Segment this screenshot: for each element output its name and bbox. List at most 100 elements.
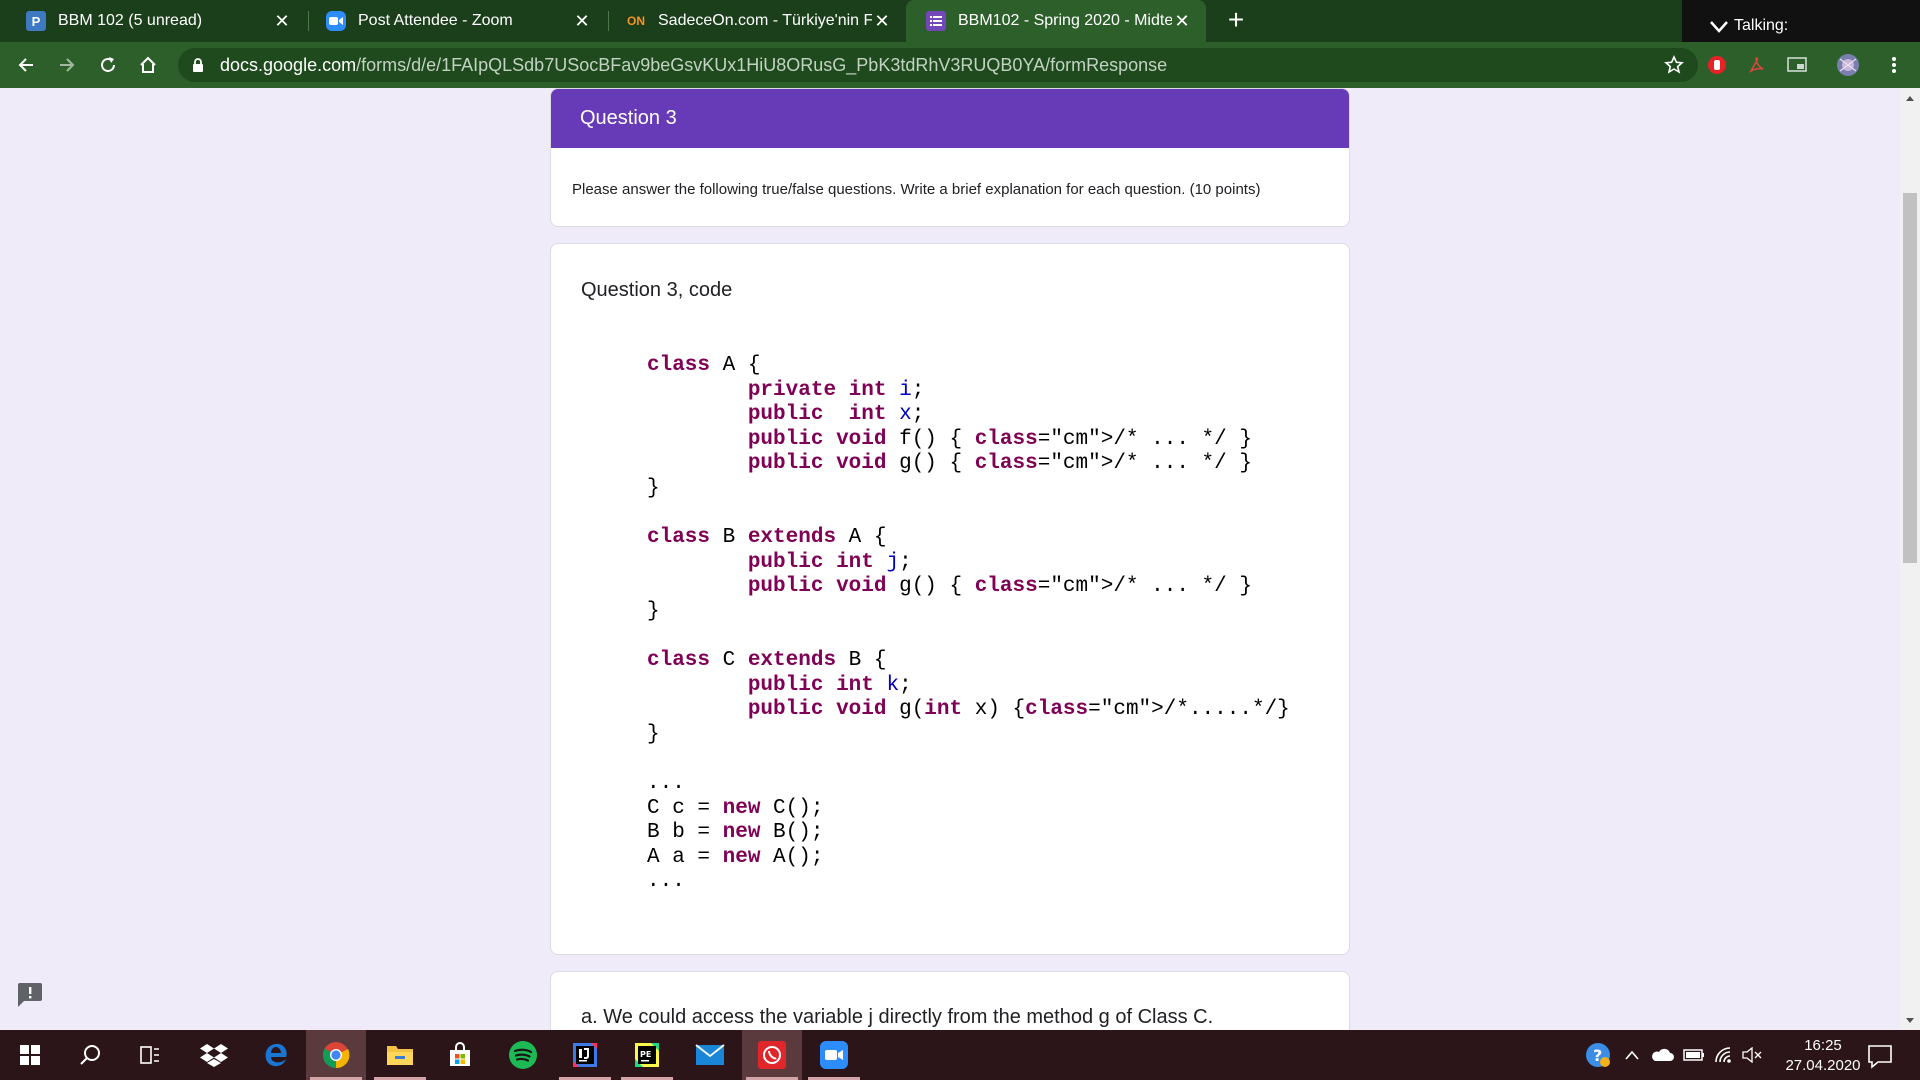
- code-line: class C extends B {: [647, 649, 887, 673]
- code-card-title: Question 3, code: [581, 279, 733, 301]
- tab-title: BBM 102 (5 unread): [58, 12, 203, 29]
- browser-toolbar: docs.google.com/forms/d/e/1FAIpQLSdb7USo…: [0, 42, 1920, 88]
- more-menu-icon[interactable]: [1882, 53, 1906, 77]
- extension-stop-icon[interactable]: [1705, 53, 1729, 77]
- code-image: class A { private int i; public int x; p…: [647, 354, 1290, 895]
- forward-button[interactable]: [53, 51, 81, 79]
- forward-arrow-icon: [60, 58, 75, 72]
- tab-sadeceon[interactable]: ON SadeceOn.com - Türkiye'nin Free ✕: [606, 0, 906, 42]
- code-line: }: [647, 599, 660, 623]
- google-forms-icon: [926, 11, 946, 31]
- extension-cast-icon[interactable]: [1785, 53, 1809, 77]
- home-button[interactable]: [134, 51, 162, 79]
- windows-taskbar: PE ? 16:25 27.04.2020: [0, 1030, 1920, 1080]
- code-line: public int k;: [747, 673, 912, 697]
- scroll-up-arrow-icon[interactable]: [1900, 88, 1920, 108]
- mail-icon[interactable]: [680, 1030, 740, 1080]
- new-tab-button[interactable]: +: [1220, 5, 1252, 37]
- zoom-icon: [326, 11, 346, 31]
- section-description: Please answer the following true/false q…: [572, 181, 1261, 198]
- code-line: class A {: [647, 354, 761, 377]
- spotify-icon[interactable]: [493, 1030, 553, 1080]
- edge-icon[interactable]: [246, 1030, 306, 1080]
- svg-text:PE: PE: [640, 1050, 651, 1059]
- wifi-icon[interactable]: [1710, 1030, 1738, 1080]
- scrollbar-thumb[interactable]: [1903, 193, 1917, 563]
- address-bar[interactable]: docs.google.com/forms/d/e/1FAIpQLSdb7USo…: [178, 48, 1698, 82]
- lock-icon[interactable]: [190, 57, 206, 73]
- code-line: A a = new A();: [647, 845, 824, 869]
- code-line: }: [647, 722, 660, 746]
- question-a-card: a. We could access the variable j direct…: [550, 971, 1350, 1030]
- whatsapp-icon[interactable]: [742, 1030, 802, 1080]
- code-line: private int i;: [747, 378, 925, 402]
- code-line: public int x;: [747, 403, 925, 427]
- code-line: public void g() { class="cm">/* ... */ }: [747, 575, 1252, 599]
- extension-pdf-icon[interactable]: [1745, 53, 1769, 77]
- bookmark-star-icon[interactable]: [1664, 55, 1684, 75]
- zoom-icon[interactable]: [804, 1030, 864, 1080]
- code-line: public void g(int x) {class="cm">/*.....…: [747, 698, 1290, 722]
- battery-icon[interactable]: [1680, 1030, 1708, 1080]
- system-clock[interactable]: 16:25 27.04.2020: [1768, 1036, 1878, 1076]
- search-icon[interactable]: [60, 1030, 120, 1080]
- intellij-icon[interactable]: [555, 1030, 615, 1080]
- talking-label: Talking:: [1734, 17, 1789, 34]
- volume-muted-icon[interactable]: [1738, 1030, 1766, 1080]
- code-line: C c = new C();: [647, 796, 824, 820]
- home-icon: [140, 56, 156, 73]
- task-view-icon[interactable]: [120, 1030, 180, 1080]
- file-explorer-icon[interactable]: [370, 1030, 430, 1080]
- back-button[interactable]: [12, 51, 40, 79]
- show-hidden-icons-chevron-icon[interactable]: [1620, 1030, 1644, 1080]
- scroll-down-arrow-icon[interactable]: [1900, 1010, 1920, 1030]
- profile-avatar[interactable]: [1836, 53, 1860, 77]
- code-line: }: [647, 476, 660, 500]
- browser-tab-strip: P BBM 102 (5 unread) ✕ Post Attendee - Z…: [0, 0, 1920, 52]
- clock-time: 16:25: [1804, 1037, 1842, 1054]
- close-icon[interactable]: ✕: [572, 11, 592, 32]
- help-icon[interactable]: ?: [1578, 1030, 1618, 1080]
- reload-icon: [101, 57, 115, 72]
- piazza-icon: P: [26, 11, 46, 31]
- url-text: docs.google.com/forms/d/e/1FAIpQLSdb7USo…: [220, 55, 1167, 76]
- tab-piazza[interactable]: P BBM 102 (5 unread) ✕: [6, 0, 306, 42]
- chrome-icon[interactable]: [306, 1030, 366, 1080]
- store-icon[interactable]: [430, 1030, 490, 1080]
- question-a-title: a. We could access the variable j direct…: [581, 1006, 1214, 1028]
- section-header-card: Question 3 Please answer the following t…: [550, 88, 1350, 227]
- start-icon[interactable]: [0, 1030, 60, 1080]
- code-line: public void g() { class="cm">/* ... */ }: [747, 452, 1252, 476]
- close-icon[interactable]: ✕: [1172, 11, 1192, 32]
- tab-title: SadeceOn.com - Türkiye'nin Free: [658, 12, 872, 29]
- tab-google-forms[interactable]: BBM102 - Spring 2020 - Midterm ✕: [906, 0, 1206, 42]
- sadeceon-icon: ON: [627, 14, 645, 28]
- page-scrollbar[interactable]: [1900, 88, 1920, 1030]
- form-page: Question 3 Please answer the following t…: [0, 88, 1920, 1030]
- code-line: class B extends A {: [647, 526, 887, 550]
- url-path: /forms/d/e/1FAIpQLSdb7USocBFav9beGsvKUx1…: [356, 54, 1168, 75]
- notification-center-icon[interactable]: [1866, 1042, 1894, 1070]
- tab-zoom[interactable]: Post Attendee - Zoom ✕: [306, 0, 606, 42]
- dropbox-icon[interactable]: [184, 1030, 244, 1080]
- code-line: public int j;: [747, 550, 912, 574]
- code-question-card: Question 3, code class A { private int i…: [550, 243, 1350, 955]
- onedrive-icon[interactable]: [1646, 1030, 1678, 1080]
- section-title: Question 3: [551, 89, 1349, 148]
- pycharm-icon[interactable]: PE: [617, 1030, 677, 1080]
- back-arrow-icon: [18, 58, 33, 72]
- tab-title: BBM102 - Spring 2020 - Midterm: [958, 12, 1172, 29]
- url-domain: docs.google.com: [220, 54, 357, 75]
- code-line: ...: [647, 870, 685, 894]
- tab-title: Post Attendee - Zoom: [358, 12, 513, 29]
- close-icon[interactable]: ✕: [272, 11, 292, 32]
- clock-date: 27.04.2020: [1785, 1057, 1861, 1074]
- feedback-icon[interactable]: [16, 982, 44, 1008]
- code-line: public void f() { class="cm">/* ... */ }: [747, 427, 1252, 451]
- chevron-down-icon[interactable]: [1708, 15, 1730, 37]
- reload-button[interactable]: [94, 51, 122, 79]
- close-icon[interactable]: ✕: [872, 11, 892, 32]
